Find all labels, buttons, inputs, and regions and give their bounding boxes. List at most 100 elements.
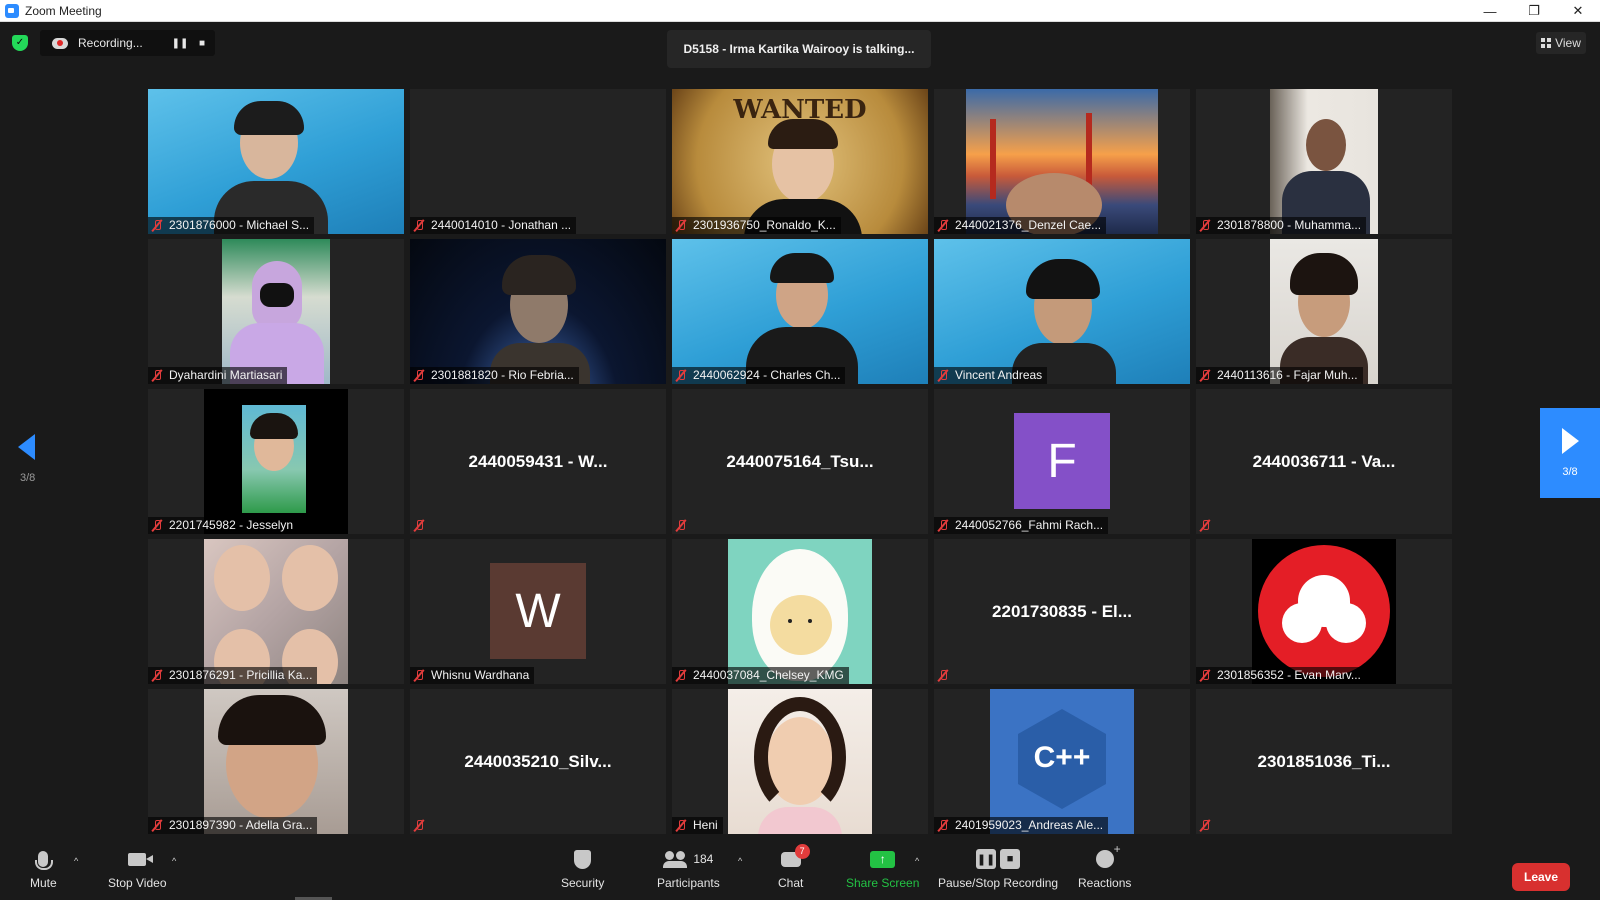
participant-tile[interactable]: 2301876000 - Michael S...	[148, 89, 404, 234]
participant-name-label: 2440014010 - Jonathan ...	[410, 217, 577, 234]
participants-icon	[663, 851, 688, 868]
video-camera-icon	[128, 852, 154, 866]
participant-tile[interactable]: 2440075164_Tsu...	[672, 389, 928, 534]
participant-name-label: Dyahardini Martiasari	[148, 367, 288, 384]
participant-video	[204, 539, 348, 684]
cloud-recording-icon	[52, 37, 68, 49]
stop-recording-button[interactable]: ■	[194, 35, 210, 51]
participant-tile[interactable]: 2440035210_Silv...	[410, 689, 666, 834]
mic-muted-icon	[938, 219, 948, 232]
participant-tile[interactable]: 2440037084_Chelsey_KMG	[672, 539, 928, 684]
video-options-caret-icon[interactable]: ^	[172, 856, 176, 866]
participants-options-caret-icon[interactable]: ^	[738, 856, 742, 866]
mic-muted-icon	[152, 219, 162, 232]
participant-video	[1270, 239, 1378, 384]
stop-video-label: Stop Video	[108, 876, 167, 890]
avatar: F	[1014, 413, 1110, 509]
participant-tile[interactable]: 2440036711 - Va...	[1196, 389, 1452, 534]
participants-button[interactable]: 184 Participants	[657, 848, 720, 890]
participant-tile[interactable]: 2301876291 - Pricillia Ka...	[148, 539, 404, 684]
pause-recording-button[interactable]: ❚❚	[172, 35, 189, 51]
participant-tile[interactable]: 2440014010 - Jonathan ...	[410, 89, 666, 234]
next-page-button[interactable]: 3/8	[1540, 408, 1600, 498]
participant-tile[interactable]: 2301897390 - Adella Gra...	[148, 689, 404, 834]
participant-name-label: Heni	[672, 817, 723, 834]
stop-video-button[interactable]: Stop Video	[108, 848, 167, 890]
pause-stop-recording-button[interactable]: ❚❚ ■ Pause/Stop Recording	[938, 848, 1058, 890]
participant-video	[728, 539, 872, 684]
participant-tile[interactable]: Heni	[672, 689, 928, 834]
security-button[interactable]: Security	[561, 848, 604, 890]
mute-button[interactable]: Mute	[30, 848, 57, 890]
window-controls: — ❐ ✕	[1468, 0, 1600, 22]
close-button[interactable]: ✕	[1556, 0, 1600, 22]
participant-tile[interactable]: 2440113616 - Fajar Muh...	[1196, 239, 1452, 384]
share-options-caret-icon[interactable]: ^	[915, 856, 919, 866]
participant-name-label	[1196, 517, 1222, 534]
mic-muted-icon	[414, 519, 424, 532]
arrow-left-icon	[18, 434, 35, 460]
participant-video	[1270, 89, 1378, 234]
view-label: View	[1555, 36, 1581, 50]
participant-name-label: 2440021376_Denzel Cae...	[934, 217, 1107, 234]
participant-video	[1252, 539, 1396, 684]
leave-button[interactable]: Leave	[1512, 863, 1570, 891]
mic-muted-icon	[152, 519, 162, 532]
gallery-grid: 2301876000 - Michael S... 2440014010 - J…	[148, 89, 1452, 834]
mic-muted-icon	[676, 369, 686, 382]
participant-video	[410, 239, 666, 384]
participant-tile[interactable]: 2440021376_Denzel Cae...	[934, 89, 1190, 234]
audio-options-caret-icon[interactable]: ^	[74, 856, 78, 866]
participant-tile[interactable]: W Whisnu Wardhana	[410, 539, 666, 684]
participant-tile[interactable]: 2440062924 - Charles Ch...	[672, 239, 928, 384]
pause-stop-recording-label: Pause/Stop Recording	[938, 876, 1059, 890]
restore-button[interactable]: ❐	[1512, 0, 1556, 22]
stop-icon: ■	[1000, 849, 1021, 869]
mic-muted-icon	[414, 819, 424, 832]
participant-tile[interactable]: C++ 2401959023_Andreas Ale...	[934, 689, 1190, 834]
participant-tile[interactable]: 2201730835 - El...	[934, 539, 1190, 684]
window-title: Zoom Meeting	[25, 3, 102, 18]
previous-page-button[interactable]: 3/8	[18, 434, 38, 484]
zoom-logo-icon	[5, 3, 19, 18]
mic-muted-icon	[1200, 219, 1210, 232]
mic-muted-icon	[676, 819, 686, 832]
mic-muted-icon	[938, 819, 948, 832]
encryption-shield-icon[interactable]: ✓	[12, 35, 28, 51]
participants-label: Participants	[657, 876, 720, 890]
participant-display-name: 2440035210_Silv...	[464, 751, 612, 771]
participant-tile[interactable]: WANTED 2301936750_Ronaldo_K...	[672, 89, 928, 234]
chat-unread-badge: 7	[794, 843, 810, 859]
participant-name-label: 2440037084_Chelsey_KMG	[672, 667, 849, 684]
participant-tile[interactable]: F 2440052766_Fahmi Rach...	[934, 389, 1190, 534]
participant-tile[interactable]: 2301851036_Ti...	[1196, 689, 1452, 834]
recording-status-text: Recording...	[78, 36, 143, 50]
participant-tile[interactable]: Dyahardini Martiasari	[148, 239, 404, 384]
view-button[interactable]: View	[1536, 32, 1586, 54]
share-screen-button[interactable]: ↑ Share Screen	[846, 848, 919, 890]
participant-tile[interactable]: 2301881820 - Rio Febria...	[410, 239, 666, 384]
participant-video	[148, 89, 404, 234]
participant-tile[interactable]: 2301856352 - Evan Marv...	[1196, 539, 1452, 684]
chat-label: Chat	[778, 876, 804, 890]
participant-video	[222, 239, 330, 384]
participant-name-label	[410, 517, 436, 534]
participant-tile[interactable]: Vincent Andreas	[934, 239, 1190, 384]
mic-muted-icon	[414, 669, 424, 682]
participant-name-label: 2301897390 - Adella Gra...	[148, 817, 318, 834]
participant-tile[interactable]: 2201745982 - Jesselyn	[148, 389, 404, 534]
participant-video	[672, 239, 928, 384]
avatar: W	[490, 563, 586, 659]
participant-name-label	[1196, 817, 1222, 834]
participant-display-name: 2301851036_Ti...	[1257, 751, 1391, 771]
participant-name-label: 2440113616 - Fajar Muh...	[1196, 367, 1363, 384]
minimize-button[interactable]: —	[1468, 0, 1512, 22]
participant-tile[interactable]: 2440059431 - W...	[410, 389, 666, 534]
chat-button[interactable]: 7 Chat	[778, 843, 810, 890]
reactions-button[interactable]: Reactions	[1078, 842, 1131, 890]
participant-tile[interactable]: 2301878800 - Muhamma...	[1196, 89, 1452, 234]
participant-video	[204, 689, 348, 834]
mic-muted-icon	[1200, 369, 1210, 382]
microphone-icon	[35, 851, 54, 870]
mic-muted-icon	[938, 369, 948, 382]
